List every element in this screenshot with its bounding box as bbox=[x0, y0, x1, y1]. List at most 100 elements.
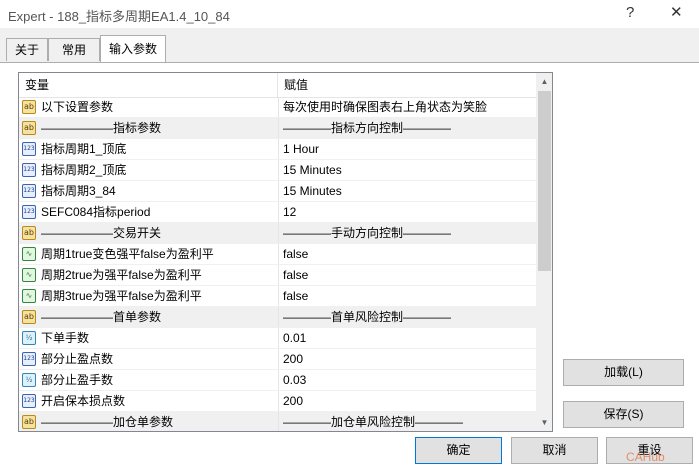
param-name: 下单手数 bbox=[41, 331, 90, 345]
scroll-thumb[interactable] bbox=[538, 91, 551, 271]
param-name: ——————首单参数 bbox=[41, 310, 162, 324]
tab-inputs[interactable]: 输入参数 bbox=[100, 35, 166, 62]
header-value[interactable]: 赋值 bbox=[278, 73, 536, 97]
param-name: 指标周期1_顶底 bbox=[41, 142, 127, 156]
grid-header: 变量 赋值 bbox=[19, 73, 536, 98]
param-value[interactable]: 15 Minutes bbox=[278, 181, 536, 201]
param-name-cell: 123 指标周期2_顶底 bbox=[19, 160, 277, 180]
scroll-up-icon[interactable]: ▲ bbox=[536, 73, 552, 90]
param-name-cell: ab ——————首单参数 bbox=[19, 307, 277, 327]
param-value[interactable]: false bbox=[278, 265, 536, 285]
double-type-icon: ½ bbox=[22, 331, 36, 345]
param-name: 以下设置参数 bbox=[41, 100, 114, 114]
ok-button[interactable]: 确定 bbox=[415, 437, 502, 464]
vertical-scrollbar[interactable]: ▲ ▼ bbox=[536, 73, 552, 431]
table-row[interactable]: ∿ 周期2true为强平false为盈利平 false bbox=[19, 265, 536, 286]
table-row[interactable]: ∿ 周期3true为强平false为盈利平 false bbox=[19, 286, 536, 307]
table-row[interactable]: ab ——————指标参数 ————指标方向控制———— bbox=[19, 118, 536, 139]
param-name: ——————指标参数 bbox=[41, 121, 162, 135]
param-value[interactable]: false bbox=[278, 286, 536, 306]
grid-rows: ab 以下设置参数 每次使用时确保图表右上角状态为笑脸 ab ——————指标参… bbox=[19, 97, 536, 431]
param-name-cell: ½ 部分止盈手数 bbox=[19, 370, 277, 390]
param-name: 开启保本损点数 bbox=[41, 394, 126, 408]
help-button[interactable]: ? bbox=[626, 3, 634, 23]
watermark: CAHub bbox=[626, 450, 665, 464]
table-row[interactable]: ½ 部分止盈手数 0.03 bbox=[19, 370, 536, 391]
param-name-cell: 123 SEFC084指标period bbox=[19, 202, 277, 222]
param-name-cell: 123 指标周期1_顶底 bbox=[19, 139, 277, 159]
param-name: ——————交易开关 bbox=[41, 226, 162, 240]
param-value[interactable]: ————加仓单风险控制———— bbox=[278, 412, 536, 431]
param-value[interactable]: 1 Hour bbox=[278, 139, 536, 159]
table-row[interactable]: ½ 下单手数 0.01 bbox=[19, 328, 536, 349]
string-type-icon: ab bbox=[22, 121, 36, 135]
param-value[interactable]: 每次使用时确保图表右上角状态为笑脸 bbox=[278, 97, 536, 117]
header-variable[interactable]: 变量 bbox=[19, 73, 277, 97]
table-row[interactable]: ∿ 周期1true变色强平false为盈利平 false bbox=[19, 244, 536, 265]
scroll-down-icon[interactable]: ▼ bbox=[536, 414, 552, 431]
table-row[interactable]: ab ——————首单参数 ————首单风险控制———— bbox=[19, 307, 536, 328]
param-name-cell: ½ 下单手数 bbox=[19, 328, 277, 348]
param-name: 周期2true为强平false为盈利平 bbox=[41, 268, 202, 282]
param-name: SEFC084指标period bbox=[41, 205, 151, 219]
param-name: 周期3true为强平false为盈利平 bbox=[41, 289, 202, 303]
param-value[interactable]: ————手动方向控制———— bbox=[278, 223, 536, 243]
save-button[interactable]: 保存(S) bbox=[563, 401, 684, 428]
title-bar: Expert - 188_指标多周期EA1.4_10_84 ? ✕ bbox=[0, 0, 699, 28]
table-row[interactable]: 123 开启保本损点数 200 bbox=[19, 391, 536, 412]
parameters-grid: 变量 赋值 ab 以下设置参数 每次使用时确保图表右上角状态为笑脸 ab ———… bbox=[18, 72, 553, 432]
string-type-icon: ab bbox=[22, 415, 36, 429]
param-name: 部分止盈点数 bbox=[41, 352, 114, 366]
param-name: 周期1true变色强平false为盈利平 bbox=[41, 247, 214, 261]
table-row[interactable]: 123 SEFC084指标period 12 bbox=[19, 202, 536, 223]
param-value[interactable]: ————首单风险控制———— bbox=[278, 307, 536, 327]
table-row[interactable]: 123 部分止盈点数 200 bbox=[19, 349, 536, 370]
param-name-cell: 123 开启保本损点数 bbox=[19, 391, 277, 411]
param-name-cell: 123 指标周期3_84 bbox=[19, 181, 277, 201]
load-button[interactable]: 加载(L) bbox=[563, 359, 684, 386]
integer-type-icon: 123 bbox=[22, 142, 36, 156]
cancel-button[interactable]: 取消 bbox=[511, 437, 598, 464]
param-value[interactable]: 200 bbox=[278, 349, 536, 369]
table-row[interactable]: ab ——————交易开关 ————手动方向控制———— bbox=[19, 223, 536, 244]
integer-type-icon: 123 bbox=[22, 394, 36, 408]
boolean-type-icon: ∿ bbox=[22, 247, 36, 261]
param-value[interactable]: 0.03 bbox=[278, 370, 536, 390]
param-name: ——————加仓单参数 bbox=[41, 415, 174, 429]
param-name-cell: ∿ 周期2true为强平false为盈利平 bbox=[19, 265, 277, 285]
table-row[interactable]: ab 以下设置参数 每次使用时确保图表右上角状态为笑脸 bbox=[19, 97, 536, 118]
param-name-cell: ab ——————加仓单参数 bbox=[19, 412, 277, 431]
tab-bar: 关于 常用 输入参数 bbox=[0, 28, 699, 62]
param-name: 指标周期2_顶底 bbox=[41, 163, 127, 177]
table-row[interactable]: 123 指标周期1_顶底 1 Hour bbox=[19, 139, 536, 160]
integer-type-icon: 123 bbox=[22, 163, 36, 177]
tab-common[interactable]: 常用 bbox=[48, 38, 100, 61]
string-type-icon: ab bbox=[22, 226, 36, 240]
param-value[interactable]: 0.01 bbox=[278, 328, 536, 348]
param-name-cell: ab ——————指标参数 bbox=[19, 118, 277, 138]
integer-type-icon: 123 bbox=[22, 205, 36, 219]
string-type-icon: ab bbox=[22, 310, 36, 324]
param-name-cell: ∿ 周期1true变色强平false为盈利平 bbox=[19, 244, 277, 264]
param-value[interactable]: false bbox=[278, 244, 536, 264]
integer-type-icon: 123 bbox=[22, 184, 36, 198]
window-title: Expert - 188_指标多周期EA1.4_10_84 bbox=[8, 9, 230, 24]
close-button[interactable]: ✕ bbox=[670, 3, 683, 23]
param-name: 部分止盈手数 bbox=[41, 373, 114, 387]
param-name-cell: 123 部分止盈点数 bbox=[19, 349, 277, 369]
integer-type-icon: 123 bbox=[22, 352, 36, 366]
string-type-icon: ab bbox=[22, 100, 36, 114]
tab-about[interactable]: 关于 bbox=[6, 38, 48, 61]
table-row[interactable]: 123 指标周期3_84 15 Minutes bbox=[19, 181, 536, 202]
param-value[interactable]: ————指标方向控制———— bbox=[278, 118, 536, 138]
param-name-cell: ∿ 周期3true为强平false为盈利平 bbox=[19, 286, 277, 306]
table-row[interactable]: 123 指标周期2_顶底 15 Minutes bbox=[19, 160, 536, 181]
boolean-type-icon: ∿ bbox=[22, 289, 36, 303]
table-row[interactable]: ab ——————加仓单参数 ————加仓单风险控制———— bbox=[19, 412, 536, 431]
param-value[interactable]: 12 bbox=[278, 202, 536, 222]
param-value[interactable]: 15 Minutes bbox=[278, 160, 536, 180]
boolean-type-icon: ∿ bbox=[22, 268, 36, 282]
param-value[interactable]: 200 bbox=[278, 391, 536, 411]
param-name-cell: ab ——————交易开关 bbox=[19, 223, 277, 243]
double-type-icon: ½ bbox=[22, 373, 36, 387]
